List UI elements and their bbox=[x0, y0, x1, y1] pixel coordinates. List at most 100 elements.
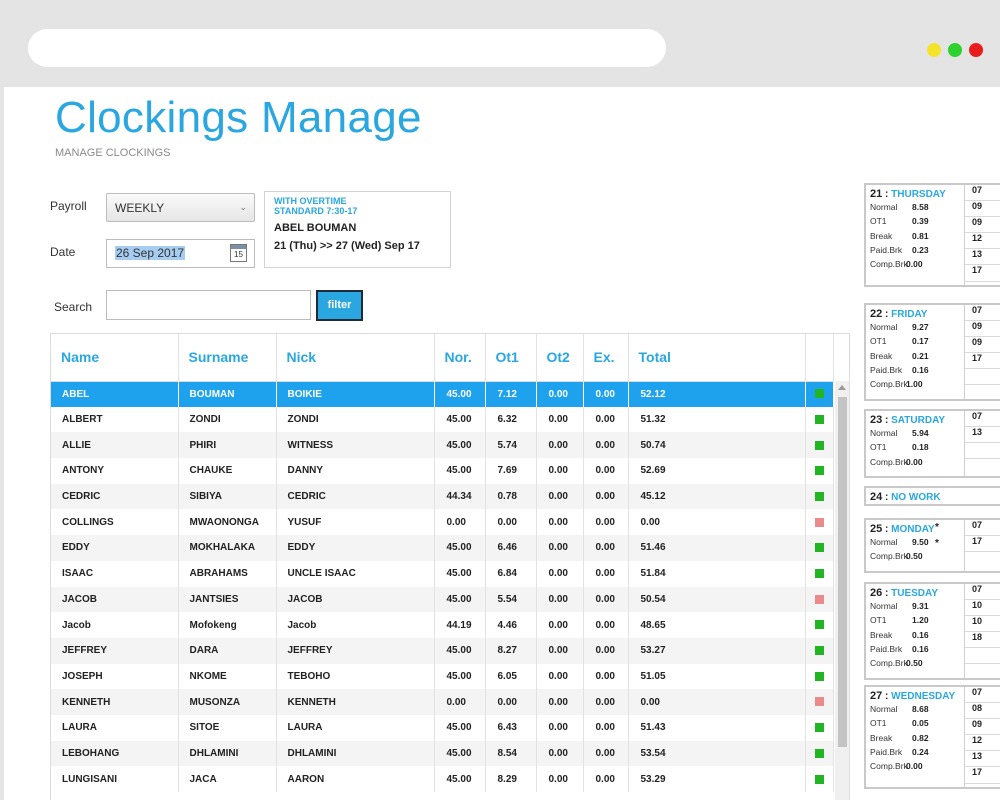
column-header-total[interactable]: Total bbox=[628, 334, 806, 382]
clock-time-cell[interactable] bbox=[965, 369, 1000, 386]
filter-button[interactable]: filter bbox=[316, 290, 363, 321]
day-card[interactable]: 21 : THURSDAY Normal 8.58 OT1 0.39 Break 0.81 P… bbox=[864, 183, 1000, 287]
table-row[interactable]: JEFFREY DARA JEFFREY 45.00 8.27 0.00 0.00 53.27 bbox=[51, 637, 834, 664]
clock-time-cell[interactable]: 10 bbox=[965, 616, 1000, 633]
day-stat-row: Break 0.81 bbox=[866, 231, 964, 245]
column-header-normal[interactable]: Nor. bbox=[434, 334, 486, 382]
clock-time-cell[interactable]: * 07 bbox=[935, 520, 1000, 537]
cell-nick: BOIKIE bbox=[276, 381, 435, 407]
clock-time-cell[interactable]: 09 bbox=[965, 337, 1000, 354]
clock-time-cell[interactable]: 07 bbox=[965, 687, 1000, 704]
window-close-button[interactable] bbox=[969, 43, 983, 57]
day-clock-times: 07 09 09 12 13 17 bbox=[964, 185, 1000, 285]
clock-time-cell[interactable]: 12 bbox=[965, 233, 1000, 250]
clock-time-cell[interactable]: 17 bbox=[965, 265, 1000, 282]
scrollbar-thumb[interactable] bbox=[838, 397, 847, 747]
cell-nor: 0.00 bbox=[434, 509, 486, 536]
column-header-extra[interactable]: Ex. bbox=[583, 334, 629, 382]
status-indicator-icon bbox=[814, 646, 824, 656]
table-row[interactable]: EDDY MOKHALAKA EDDY 45.00 6.46 0.00 0.00 51.46 bbox=[51, 535, 834, 561]
table-row[interactable]: JACOB JANTSIES JACOB 45.00 5.54 0.00 0.00 50.54 bbox=[51, 586, 834, 613]
cell-status bbox=[805, 560, 834, 587]
column-header-name[interactable]: Name bbox=[51, 334, 179, 382]
table-row[interactable]: ALBERT ZONDI ZONDI 45.00 6.32 0.00 0.00 51.32 bbox=[51, 406, 834, 433]
cell-status bbox=[805, 612, 834, 638]
cell-name: ALLIE bbox=[51, 432, 179, 459]
cell-nick: JEFFREY bbox=[276, 637, 435, 664]
day-stat-row: Comp.Brk 0.50 bbox=[866, 658, 964, 672]
clock-time-value: 10 bbox=[972, 600, 983, 611]
day-card[interactable]: 24 : NO WORK bbox=[864, 486, 1000, 506]
table-row[interactable]: JOSEPH NKOME TEBOHO 45.00 6.05 0.00 0.00 51.05 bbox=[51, 663, 834, 690]
clock-time-cell[interactable]: 09 bbox=[965, 719, 1000, 736]
clock-time-cell[interactable] bbox=[965, 648, 1000, 665]
clock-time-cell[interactable]: 18 bbox=[965, 632, 1000, 649]
clock-time-cell[interactable]: 07 bbox=[965, 185, 1000, 202]
table-row[interactable]: LUNGISANI JACA AARON 45.00 8.29 0.00 0.00 53.29 bbox=[51, 766, 834, 792]
table-row[interactable]: LEBOHANG DHLAMINI DHLAMINI 45.00 8.54 0.00 0.0… bbox=[51, 740, 834, 767]
clock-time-cell[interactable]: 17 bbox=[965, 353, 1000, 370]
clock-edited-marker: * bbox=[935, 538, 939, 550]
cell-nick: TEBOHO bbox=[276, 663, 435, 690]
table-row[interactable]: ABEL BOUMAN BOIKIE 45.00 7.12 0.00 0.00 52.12 bbox=[51, 381, 834, 407]
cell-total: 51.32 bbox=[628, 406, 806, 433]
cell-status bbox=[805, 509, 834, 536]
day-name: TUESDAY bbox=[891, 588, 939, 599]
table-row[interactable]: ALLIE PHIRI WITNESS 45.00 5.74 0.00 0.00 50.74 bbox=[51, 432, 834, 459]
clock-time-cell[interactable]: 13 bbox=[965, 751, 1000, 768]
clock-time-cell[interactable] bbox=[965, 443, 1000, 460]
column-header-ot1[interactable]: Ot1 bbox=[485, 334, 537, 382]
column-header-ot2[interactable]: Ot2 bbox=[536, 334, 584, 382]
clock-time-cell[interactable]: 17 bbox=[965, 767, 1000, 784]
date-input[interactable]: 26 Sep 2017 15 bbox=[106, 239, 255, 268]
cell-ex: 0.00 bbox=[583, 637, 629, 664]
column-header-surname[interactable]: Surname bbox=[178, 334, 277, 382]
clock-time-cell[interactable]: 07 bbox=[965, 411, 1000, 428]
day-stat-label: Normal bbox=[870, 601, 898, 611]
clock-time-cell[interactable]: 10 bbox=[965, 600, 1000, 617]
cell-nor: 45.00 bbox=[434, 535, 486, 561]
clock-time-cell[interactable]: 13 bbox=[965, 249, 1000, 266]
table-row[interactable]: LAURA SITOE LAURA 45.00 6.43 0.00 0.00 51.43 bbox=[51, 714, 834, 741]
table-scrollbar[interactable] bbox=[835, 381, 849, 800]
clock-time-cell[interactable]: 09 bbox=[965, 201, 1000, 218]
clock-time-value: 12 bbox=[972, 233, 983, 244]
cell-ot2: 0.00 bbox=[536, 714, 584, 741]
cell-ex: 0.00 bbox=[583, 663, 629, 690]
clock-time-cell[interactable]: 13 bbox=[965, 427, 1000, 444]
table-row[interactable]: CEDRIC SIBIYA CEDRIC 44.34 0.78 0.00 0.00 45.12 bbox=[51, 483, 834, 510]
table-row[interactable]: COLLINGS MWAONONGA YUSUF 0.00 0.00 0.00 0.00 0.… bbox=[51, 509, 834, 536]
address-bar[interactable] bbox=[28, 29, 666, 67]
day-number: 23 bbox=[870, 414, 883, 426]
day-card[interactable]: 25 : MONDAY Normal 9.50 Comp.Brk 0.50 * 07 * 17 bbox=[864, 518, 1000, 573]
day-card[interactable]: 23 : SATURDAY Normal 5.94 OT1 0.18 Comp.Brk 0.… bbox=[864, 409, 1000, 478]
clock-time-cell[interactable]: 09 bbox=[965, 321, 1000, 338]
clock-time-cell[interactable]: 07 bbox=[965, 584, 1000, 601]
day-stat-value: 5.94 bbox=[912, 428, 929, 438]
clock-time-cell[interactable]: 09 bbox=[965, 217, 1000, 234]
day-card[interactable]: 27 : WEDNESDAY Normal 8.68 OT1 0.05 Break 0.82… bbox=[864, 685, 1000, 789]
day-stat-value: 0.00 bbox=[906, 259, 923, 270]
clock-time-cell[interactable]: 12 bbox=[965, 735, 1000, 752]
table-row[interactable]: ISAAC ABRAHAMS UNCLE ISAAC 45.00 6.84 0.00 0.0… bbox=[51, 560, 834, 587]
day-card[interactable]: 22 : FRIDAY Normal 9.27 OT1 0.17 Break 0.21 Pai… bbox=[864, 303, 1000, 401]
column-header-nick[interactable]: Nick bbox=[276, 334, 435, 382]
payroll-select-value: WEEKLY bbox=[115, 201, 165, 215]
clock-time-cell[interactable]: 07 bbox=[965, 305, 1000, 322]
scroll-up-arrow-icon[interactable] bbox=[838, 385, 846, 390]
clock-time-cell[interactable]: * 17 bbox=[935, 536, 1000, 553]
day-name: WEDNESDAY bbox=[891, 691, 956, 702]
table-row[interactable]: ANTONY CHAUKE DANNY 45.00 7.69 0.00 0.00 52.69 bbox=[51, 458, 834, 484]
window-maximize-button[interactable] bbox=[948, 43, 962, 57]
table-row[interactable]: Jacob Mofokeng Jacob 44.19 4.46 0.00 0.00 48.65 bbox=[51, 612, 834, 638]
clock-time-cell[interactable]: 08 bbox=[965, 703, 1000, 720]
clock-time-value: 13 bbox=[972, 751, 983, 762]
calendar-icon[interactable]: 15 bbox=[230, 244, 247, 262]
search-input[interactable] bbox=[106, 290, 311, 320]
window-minimize-button[interactable] bbox=[927, 43, 941, 57]
table-row[interactable]: KENNETH MUSONZA KENNETH 0.00 0.00 0.00 0.00 0.0… bbox=[51, 689, 834, 715]
day-stat-value: 8.58 bbox=[912, 202, 929, 212]
payroll-select[interactable]: WEEKLY ⌄ bbox=[106, 193, 255, 222]
day-card-header: 23 : SATURDAY bbox=[870, 414, 946, 426]
day-card[interactable]: 26 : TUESDAY Normal 9.31 OT1 1.20 Break 0.16 Pa… bbox=[864, 582, 1000, 680]
